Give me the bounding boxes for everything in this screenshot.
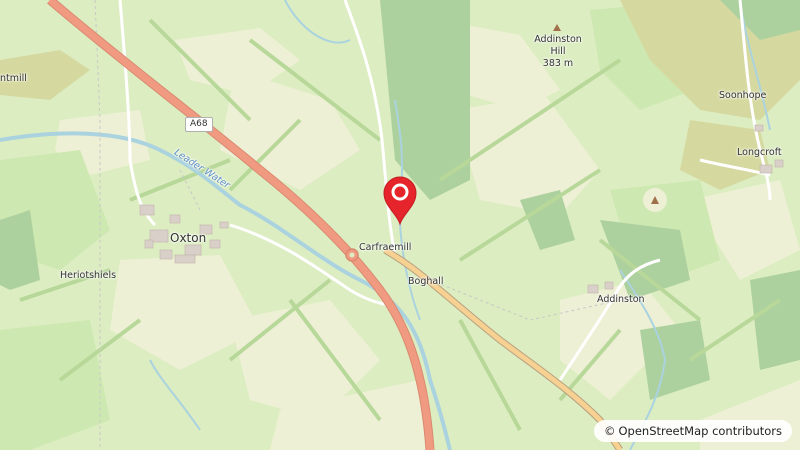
place-label-addinston: Addinston (597, 294, 645, 305)
peak-name-line1: Addinston (534, 34, 582, 45)
place-label-boghall: Boghall (408, 276, 444, 287)
map-attribution[interactable]: © OpenStreetMap contributors (593, 420, 792, 442)
peak-elevation: 383 m (542, 58, 574, 69)
copyright-symbol: © (603, 424, 616, 438)
place-label-partial: ntmill (0, 73, 27, 84)
place-label-soonhope: Soonhope (719, 90, 767, 101)
attribution-text[interactable]: OpenStreetMap contributors (618, 424, 782, 438)
place-label-carfraemill: Carfraemill (359, 242, 412, 253)
peak-label: Addinston Hill 383 m (530, 34, 586, 70)
peak-name-line2: Hill (550, 46, 566, 57)
map-pin-icon[interactable] (380, 174, 420, 226)
place-label-heriotshiels: Heriotshiels (60, 270, 117, 281)
place-label-longcroft: Longcroft (737, 147, 782, 158)
map-view[interactable]: A68 Leader Water Oxton Heriotshiels Carf… (0, 0, 800, 450)
road-shield-a68: A68 (185, 117, 213, 132)
place-label-oxton: Oxton (170, 231, 207, 245)
